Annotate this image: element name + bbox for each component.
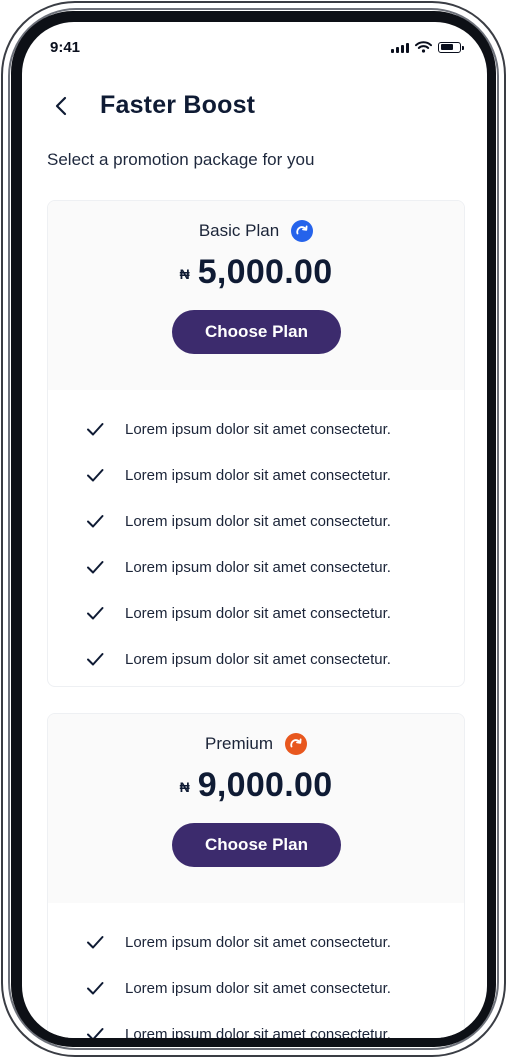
- feature-list: Lorem ipsum dolor sit amet consectetur. L…: [48, 390, 464, 686]
- choose-plan-button[interactable]: Choose Plan: [172, 310, 341, 354]
- feature-text: Lorem ipsum dolor sit amet consectetur.: [125, 979, 391, 997]
- feature-text: Lorem ipsum dolor sit amet consectetur.: [125, 420, 391, 438]
- feature-text: Lorem ipsum dolor sit amet consectetur.: [125, 1025, 391, 1039]
- plan-card: Basic Plan ₦ 5,000.00 Choose Plan Lorem ipsu…: [47, 200, 465, 687]
- feature-item: Lorem ipsum dolor sit amet consectetur.: [48, 590, 464, 636]
- check-icon: [87, 561, 104, 574]
- status-time: 9:41: [50, 39, 81, 56]
- plan-price: 9,000.00: [197, 766, 333, 804]
- plan-header: Basic Plan ₦ 5,000.00 Choose Plan: [48, 201, 464, 390]
- feature-item: Lorem ipsum dolor sit amet consectetur.: [48, 498, 464, 544]
- cellular-signal-icon: [391, 42, 409, 53]
- page-subtitle: Select a promotion package for you: [47, 150, 315, 169]
- currency-symbol: ₦: [179, 265, 190, 282]
- check-icon: [87, 515, 104, 528]
- plan-price: 5,000.00: [197, 253, 333, 291]
- feature-text: Lorem ipsum dolor sit amet consectetur.: [125, 466, 391, 484]
- boost-arrow-icon: [285, 733, 307, 755]
- boost-arrow-icon: [291, 220, 314, 242]
- feature-text: Lorem ipsum dolor sit amet consectetur.: [125, 933, 391, 951]
- plan-name-row: Premium: [48, 733, 464, 755]
- feature-item: Lorem ipsum dolor sit amet consectetur.: [48, 965, 464, 1011]
- feature-text: Lorem ipsum dolor sit amet consectetur.: [125, 512, 391, 530]
- plans-list: Basic Plan ₦ 5,000.00 Choose Plan Lorem ipsu…: [47, 200, 465, 1038]
- check-icon: [87, 1028, 104, 1038]
- check-icon: [87, 423, 104, 436]
- feature-item: Lorem ipsum dolor sit amet consectetur.: [48, 919, 464, 965]
- feature-text: Lorem ipsum dolor sit amet consectetur.: [125, 650, 391, 668]
- feature-text: Lorem ipsum dolor sit amet consectetur.: [125, 558, 391, 576]
- wifi-icon: [415, 41, 432, 53]
- check-icon: [87, 936, 104, 949]
- feature-list: Lorem ipsum dolor sit amet consectetur. L…: [48, 903, 464, 1038]
- plan-name-row: Basic Plan: [48, 220, 464, 242]
- status-bar: 9:41: [22, 22, 487, 70]
- check-icon: [87, 469, 104, 482]
- battery-level-fill: [440, 44, 453, 50]
- header: Faster Boost: [22, 82, 487, 132]
- feature-item: Lorem ipsum dolor sit amet consectetur.: [48, 636, 464, 682]
- feature-item: Lorem ipsum dolor sit amet consectetur.: [48, 1011, 464, 1038]
- feature-text: Lorem ipsum dolor sit amet consectetur.: [125, 604, 391, 622]
- price-row: ₦ 9,000.00: [48, 766, 464, 805]
- phone-screen: 9:41 Faster Boost Select a promotion pac…: [22, 22, 487, 1038]
- feature-item: Lorem ipsum dolor sit amet consectetur.: [48, 544, 464, 590]
- chevron-left-icon[interactable]: [50, 94, 74, 118]
- feature-item: Lorem ipsum dolor sit amet consectetur.: [48, 406, 464, 452]
- check-icon: [87, 653, 104, 666]
- plan-header: Premium ₦ 9,000.00 Choose Plan: [48, 714, 464, 903]
- status-icons: [391, 41, 464, 53]
- battery-icon: [438, 41, 464, 53]
- choose-plan-button[interactable]: Choose Plan: [172, 823, 341, 867]
- feature-item: Lorem ipsum dolor sit amet consectetur.: [48, 452, 464, 498]
- price-row: ₦ 5,000.00: [48, 253, 464, 292]
- page-title: Faster Boost: [100, 91, 256, 119]
- check-icon: [87, 982, 104, 995]
- check-icon: [87, 607, 104, 620]
- currency-symbol: ₦: [179, 778, 190, 795]
- plan-card: Premium ₦ 9,000.00 Choose Plan Lorem ipsum d…: [47, 713, 465, 1038]
- plan-name: Premium: [204, 734, 273, 753]
- plan-name: Basic Plan: [198, 221, 280, 240]
